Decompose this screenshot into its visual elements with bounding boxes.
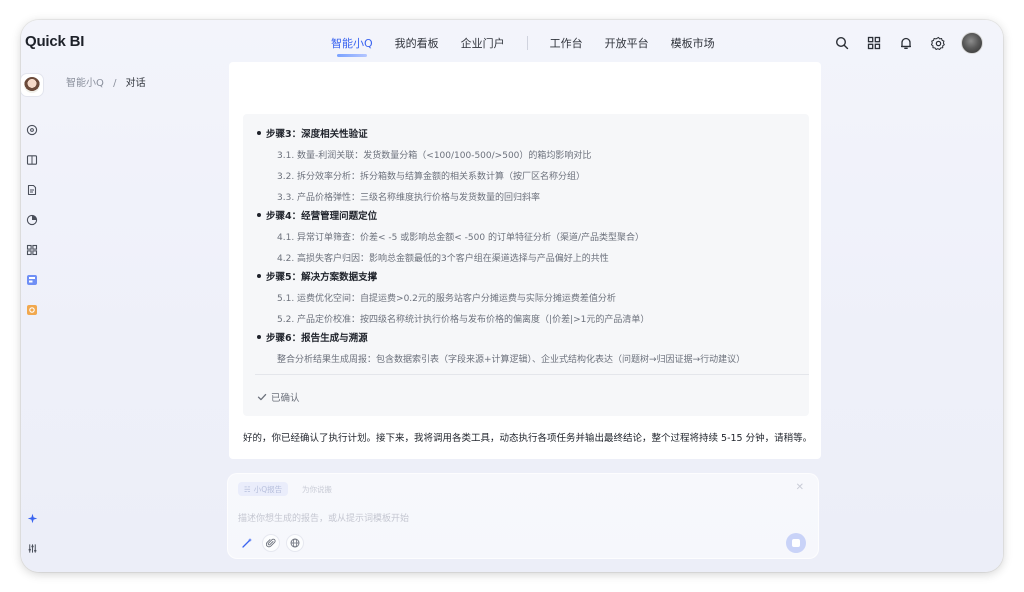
book-icon[interactable]: [24, 152, 40, 168]
plan-step-title: 步骤6：报告生成与溯源: [257, 330, 745, 344]
confirmed-label: 已确认: [271, 393, 300, 404]
assistant-reply: 好的，你已经确认了执行计划。接下来，我将调用各类工具，动态执行各项任务并输出最终…: [243, 433, 813, 444]
send-button[interactable]: [786, 533, 806, 553]
plan-step-title: 步骤3：深度相关性验证: [257, 126, 591, 140]
apps-icon[interactable]: [24, 242, 40, 258]
breadcrumb-root[interactable]: 智能小Q: [66, 78, 104, 89]
breadcrumb-separator: /: [113, 78, 117, 89]
chip-subtext: 为你说搬: [302, 485, 332, 494]
report-mode-chip[interactable]: ☵ 小Q报告: [238, 482, 289, 496]
grid-icon[interactable]: [865, 34, 883, 52]
data-icon[interactable]: [24, 212, 40, 228]
composer-tools: [238, 534, 310, 552]
search-icon[interactable]: [833, 34, 851, 52]
close-icon[interactable]: ✕: [796, 482, 804, 493]
plan-step: 步骤4：经营管理问题定位 4.1. 异常订单筛查：价差< -5 或影响总金额< …: [257, 208, 644, 264]
plan-step-line: 3.1. 数量-利润关联：发货数量分箱（<100/100-500/>500）的箱…: [277, 151, 592, 161]
tab-smart-q[interactable]: 智能小Q: [331, 35, 373, 57]
paperclip-icon[interactable]: [262, 534, 280, 552]
plan-step: 步骤3：深度相关性验证 3.1. 数量-利润关联：发货数量分箱（<100/100…: [257, 126, 591, 203]
conversation-card: 步骤3：深度相关性验证 3.1. 数量-利润关联：发货数量分箱（<100/100…: [229, 62, 821, 459]
plan-step: 步骤6：报告生成与溯源 整合分析结果生成周报：包含数据索引表（字段来源+计算逻辑…: [257, 330, 745, 365]
plan-step-line: 整合分析结果生成周报：包含数据索引表（字段来源+计算逻辑）、企业式结构化表达（问…: [277, 355, 746, 365]
breadcrumb-current: 对话: [125, 78, 146, 89]
chat-icon[interactable]: [24, 122, 40, 138]
plan-step: 步骤5：解决方案数据支撑 5.1. 运费优化空间：自提运费>0.2元的服务站客户…: [257, 269, 649, 325]
confirmed-status: 已确认: [257, 390, 300, 404]
tab-my-dashboards[interactable]: 我的看板: [395, 35, 439, 51]
plan-step-line: 5.2. 产品定价校准：按四级名称统计执行价格与发布价格的偏离度（|价差|>1元…: [277, 315, 650, 325]
plan-step-title: 步骤5：解决方案数据支撑: [257, 269, 649, 283]
plan-step-line: 3.2. 拆分效率分析：拆分箱数与结算金额的相关系数计算（按厂区名称分组）: [277, 172, 586, 182]
user-avatar[interactable]: [961, 32, 983, 54]
assistant-avatar[interactable]: [21, 74, 43, 96]
execution-plan: 步骤3：深度相关性验证 3.1. 数量-利润关联：发货数量分箱（<100/100…: [243, 114, 809, 416]
bell-icon[interactable]: [897, 34, 915, 52]
tab-template-market[interactable]: 模板市场: [671, 35, 715, 51]
app-logo[interactable]: Quick BI: [25, 33, 84, 50]
header-actions: [819, 32, 983, 54]
check-icon: [257, 393, 267, 401]
plan-step-line: 4.2. 高损失客户归因：影响总金额最低的3个客户组在渠道选择与产品偏好上的共性: [277, 254, 609, 264]
dashboard-icon[interactable]: [24, 272, 40, 288]
settings-sliders-icon[interactable]: [24, 540, 40, 556]
prompt-input[interactable]: 描述你想生成的报告，或从提示词模板开始: [238, 511, 409, 524]
tab-open-platform[interactable]: 开放平台: [605, 35, 649, 51]
stop-icon: [792, 539, 800, 547]
top-bar: Quick BI 智能小Q 我的看板 企业门户 工作台 开放平台 模板市场: [21, 20, 1003, 66]
plan-step-line: 4.1. 异常订单筛查：价差< -5 或影响总金额< -500 的订单特征分析（…: [277, 233, 644, 243]
breadcrumb: 智能小Q / 对话: [66, 74, 146, 89]
plan-step-title: 步骤4：经营管理问题定位: [257, 208, 644, 222]
magic-wand-icon[interactable]: [238, 534, 256, 552]
tab-enterprise-portal[interactable]: 企业门户: [461, 35, 505, 51]
plan-divider: [255, 374, 809, 375]
gear-icon[interactable]: [929, 34, 947, 52]
app-window: Quick BI 智能小Q 我的看板 企业门户 工作台 开放平台 模板市场 智能…: [21, 20, 1003, 572]
plan-step-line: 5.1. 运费优化空间：自提运费>0.2元的服务站客户分摊运费与实际分摊运费差值…: [277, 294, 616, 304]
nav-divider: [526, 36, 528, 50]
document-icon[interactable]: [24, 182, 40, 198]
sparkle-icon[interactable]: [24, 510, 40, 526]
globe-icon[interactable]: [286, 534, 304, 552]
left-rail: [21, 66, 49, 572]
main-nav: 智能小Q 我的看板 企业门户 工作台 开放平台 模板市场: [331, 34, 737, 57]
report-icon[interactable]: [24, 302, 40, 318]
tab-workbench[interactable]: 工作台: [550, 35, 583, 51]
plan-step-line: 3.3. 产品价格弹性：三级名称维度执行价格与发货数量的回归斜率: [277, 193, 541, 203]
prompt-composer: ☵ 小Q报告 为你说搬 ✕ 描述你想生成的报告，或从提示词模板开始: [227, 473, 819, 559]
